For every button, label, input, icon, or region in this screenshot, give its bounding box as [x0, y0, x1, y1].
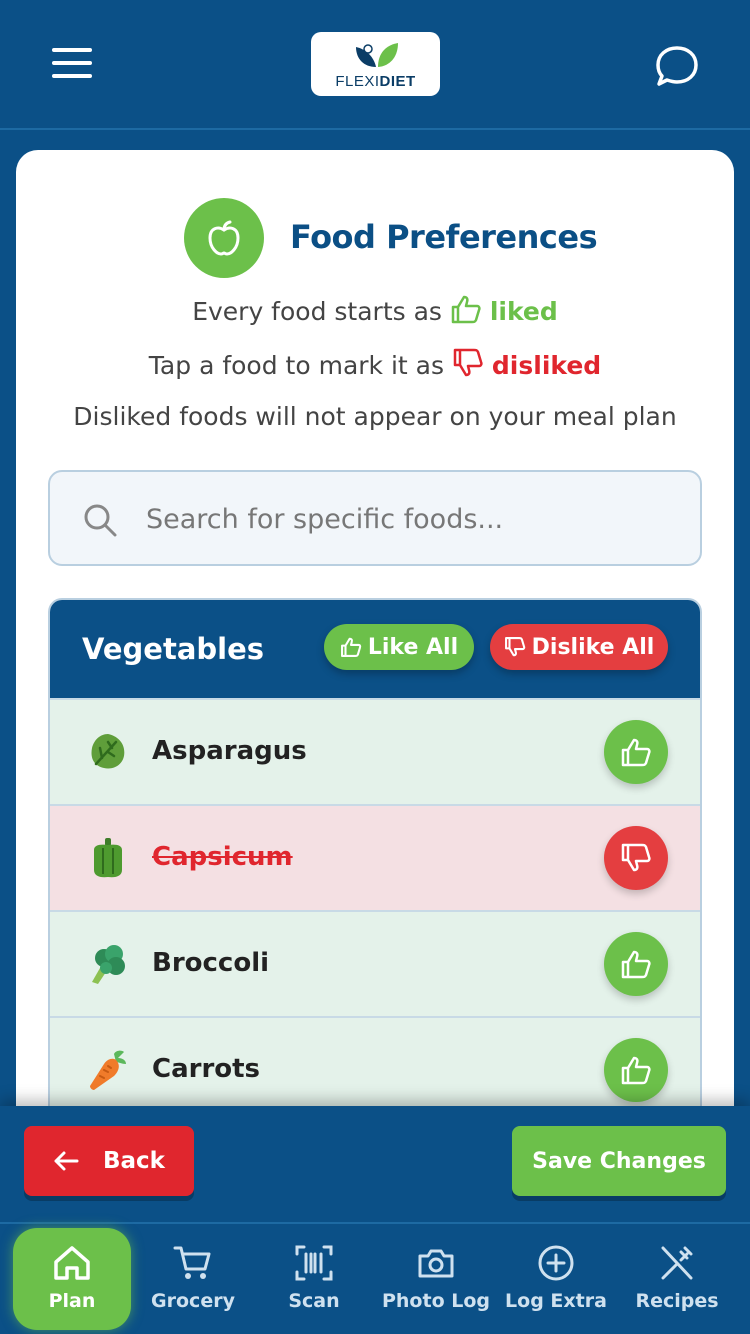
food-name: Asparagus [152, 736, 307, 766]
chat-bubble-icon[interactable] [654, 44, 700, 88]
tab-plan[interactable]: Plan [13, 1228, 131, 1330]
tab-label: Grocery [151, 1290, 235, 1312]
fork-knife-icon [661, 1246, 693, 1280]
leafy-vegetable-icon [91, 734, 125, 769]
dislike-all-button[interactable]: Dislike All [490, 624, 668, 670]
tab-recipes[interactable]: Recipes [618, 1228, 736, 1330]
thumbs-up-icon [621, 738, 651, 767]
search-input[interactable] [146, 496, 676, 542]
app-logo: FLEXIDIET [311, 32, 440, 96]
category-header: Vegetables Like All Dislike All [50, 600, 700, 698]
thumbs-up-icon [451, 295, 481, 324]
back-button[interactable]: Back [24, 1126, 194, 1196]
tab-label: Photo Log [381, 1290, 491, 1312]
preferences-card: Food Preferences Every food starts as li… [16, 150, 734, 1150]
food-row-broccoli[interactable]: Broccoli [50, 910, 700, 1016]
cart-icon [173, 1246, 211, 1279]
tab-scan[interactable]: Scan [255, 1228, 373, 1330]
food-category-list: Vegetables Like All Dislike All Asparagu… [48, 598, 702, 1150]
home-icon [54, 1246, 90, 1280]
tab-label: Recipes [635, 1290, 719, 1312]
tab-grocery[interactable]: Grocery [134, 1228, 252, 1330]
thumbs-up-icon [621, 1056, 651, 1085]
save-label: Save Changes [532, 1148, 706, 1174]
bell-pepper-icon [94, 838, 122, 878]
thumbs-down-icon [453, 348, 483, 377]
info-line-disliked: Tap a food to mark it as disliked [16, 348, 734, 380]
apple-icon [184, 198, 264, 278]
dislike-all-label: Dislike All [531, 634, 655, 660]
search-box[interactable] [48, 470, 702, 566]
thumbs-up-icon [340, 637, 362, 657]
thumbs-down-icon [621, 843, 651, 872]
like-all-button[interactable]: Like All [324, 624, 474, 670]
back-label: Back [103, 1148, 165, 1174]
camera-icon [418, 1249, 454, 1278]
like-toggle-button[interactable] [604, 932, 668, 996]
arrow-left-icon [54, 1151, 79, 1171]
hamburger-menu-icon[interactable] [52, 48, 92, 80]
info-line-liked: Every food starts as liked [16, 294, 734, 326]
tab-label: Plan [48, 1290, 96, 1312]
save-changes-button[interactable]: Save Changes [512, 1126, 726, 1196]
like-toggle-button[interactable] [604, 1038, 668, 1102]
app-header: FLEXIDIET [0, 0, 750, 130]
tab-photo-log[interactable]: Photo Log [376, 1228, 496, 1330]
plus-circle-icon [538, 1245, 574, 1281]
food-row-capsicum[interactable]: Capsicum [50, 804, 700, 910]
thumbs-up-icon [621, 950, 651, 979]
carrot-icon [90, 1050, 126, 1090]
category-title: Vegetables [82, 632, 265, 666]
tab-label: Scan [288, 1290, 340, 1312]
food-name: Capsicum [152, 842, 293, 872]
dislike-toggle-button[interactable] [604, 826, 668, 890]
barcode-scan-icon [295, 1245, 333, 1281]
logo-text: FLEXIDIET [335, 73, 416, 90]
food-name: Broccoli [152, 948, 270, 978]
action-bar: Back Save Changes [0, 1106, 750, 1222]
thumbs-down-icon [504, 637, 525, 657]
tab-label: Log Extra [505, 1290, 607, 1312]
page-title: Food Preferences [290, 218, 598, 256]
tab-log-extra[interactable]: Log Extra [497, 1228, 615, 1330]
search-icon [84, 504, 117, 537]
broccoli-icon [92, 945, 125, 984]
title-row: Food Preferences [184, 198, 604, 278]
like-toggle-button[interactable] [604, 720, 668, 784]
bottom-tab-bar: Plan Grocery Scan Photo Log Log Extra Re… [0, 1222, 750, 1334]
info-line-meal-plan: Disliked foods will not appear on your m… [73, 402, 677, 431]
food-row-asparagus[interactable]: Asparagus [50, 698, 700, 804]
like-all-label: Like All [367, 634, 459, 660]
logo-mark-icon [355, 43, 398, 67]
food-name: Carrots [152, 1054, 261, 1084]
